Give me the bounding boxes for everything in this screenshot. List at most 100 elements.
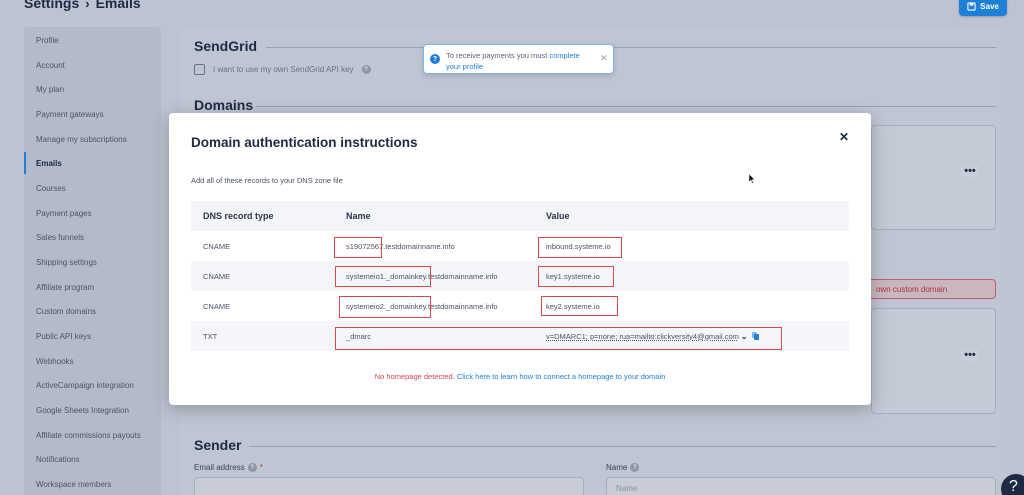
breadcrumb-root[interactable]: Settings xyxy=(24,0,79,11)
sidebar-item-affiliate-program[interactable]: Affiliate program xyxy=(24,276,161,298)
record-name[interactable]: systemeio2._domainkey.testdomainname.inf… xyxy=(346,291,498,321)
sidebar-item-label: Workspace members xyxy=(36,479,112,489)
sidebar-item-label: Shipping settings xyxy=(36,257,97,267)
no-homepage-warning: No homepage detected. xyxy=(374,372,455,381)
info-icon: ? xyxy=(430,54,440,64)
sendgrid-title: SendGrid xyxy=(194,38,258,54)
sidebar-item-manage-subscriptions[interactable]: Manage my subscriptions xyxy=(24,128,161,150)
modal-title: Domain authentication instructions xyxy=(191,135,418,150)
breadcrumb: Settings › Emails xyxy=(24,0,141,11)
sidebar-item-profile[interactable]: Profile xyxy=(24,29,161,51)
sidebar-item-label: Manage my subscriptions xyxy=(36,134,127,144)
record-name[interactable]: _dmarc xyxy=(346,321,371,351)
sidebar-item-label: Courses xyxy=(36,183,66,193)
save-button[interactable]: Save xyxy=(959,0,1007,16)
record-value-cell: v=DMARC1; p=none; rua=mailto:clickversit… xyxy=(546,321,760,351)
sidebar-item-label: Public API keys xyxy=(36,331,92,341)
sidebar-item-payment-pages[interactable]: Payment pages xyxy=(24,202,161,224)
save-icon xyxy=(967,1,976,11)
section-divider xyxy=(249,446,996,447)
sidebar-item-label: Notifications xyxy=(36,454,80,464)
sidebar-item-label: Payment gateways xyxy=(36,109,104,119)
sidebar-item-sales-funnels[interactable]: Sales funnels xyxy=(24,226,161,248)
email-address-label: Email address ? * xyxy=(194,463,263,472)
sidebar-item-notifications[interactable]: Notifications xyxy=(24,448,161,470)
sidebar-item-payment-gateways[interactable]: Payment gateways xyxy=(24,103,161,125)
record-value[interactable]: key1.systeme.io xyxy=(546,261,600,291)
name-label: Name ? xyxy=(606,463,640,472)
sidebar-item-courses[interactable]: Courses xyxy=(24,177,161,199)
sidebar-item-label: Webhooks xyxy=(36,356,74,366)
modal-subtitle: Add all of these records to your DNS zon… xyxy=(191,176,343,185)
column-header-type: DNS record type xyxy=(203,211,274,221)
sidebar-item-label: Account xyxy=(36,60,65,70)
name-input[interactable]: Name xyxy=(606,477,996,495)
close-icon[interactable]: ✕ xyxy=(838,131,850,143)
record-name[interactable]: s19072567.testdomainname.info xyxy=(346,231,455,261)
help-icon[interactable]: ? xyxy=(361,65,371,74)
more-options-icon[interactable]: ••• xyxy=(961,165,979,177)
domain-card xyxy=(871,308,996,414)
sender-title: Sender xyxy=(194,437,242,453)
record-value[interactable]: v=DMARC1; p=none; rua=mailto:clickversit… xyxy=(546,332,739,341)
chevron-right-icon: › xyxy=(85,0,90,11)
sidebar-item-emails[interactable]: Emails xyxy=(24,152,161,174)
domain-auth-modal: Domain authentication instructions ✕ Add… xyxy=(169,113,871,405)
sidebar-item-public-api-keys[interactable]: Public API keys xyxy=(24,325,161,347)
email-address-label-text: Email address xyxy=(194,463,245,472)
record-type: CNAME xyxy=(203,241,231,251)
sidebar-item-workspace-members[interactable]: Workspace members xyxy=(24,473,161,495)
close-icon[interactable]: ✕ xyxy=(600,53,608,64)
sidebar-item-label: Custom domains xyxy=(36,306,97,316)
sidebar-item-custom-domains[interactable]: Custom domains xyxy=(24,300,161,322)
table-row: CNAME systemeio2._domainkey.testdomainna… xyxy=(191,291,849,321)
record-type: CNAME xyxy=(203,271,231,281)
record-name[interactable]: systemeio1._domainkey.testdomainname.inf… xyxy=(346,261,498,291)
sidebar-item-label: Sales funnels xyxy=(36,232,85,242)
settings-sidebar: Profile Account My plan Payment gateways… xyxy=(24,27,161,495)
sidebar-item-label: Affiliate program xyxy=(36,282,95,292)
help-icon[interactable]: ? xyxy=(247,463,257,472)
profile-toast: ? To receive payments you must complete … xyxy=(423,44,614,74)
chevron-down-icon[interactable]: ⌄ xyxy=(741,332,748,341)
record-type: CNAME xyxy=(203,301,231,311)
record-value[interactable]: inbound.systeme.io xyxy=(546,231,611,261)
record-type: TXT xyxy=(203,331,218,341)
record-value[interactable]: key2.systeme.io xyxy=(546,291,600,321)
sidebar-item-my-plan[interactable]: My plan xyxy=(24,78,161,100)
sidebar-item-label: Google Sheets Integration xyxy=(36,405,129,415)
section-divider xyxy=(256,106,996,107)
sendgrid-checkbox-row: I want to use my own SendGrid API key ? xyxy=(194,64,371,75)
breadcrumb-current: Emails xyxy=(95,0,141,11)
name-label-text: Name xyxy=(606,463,628,472)
modal-footer: No homepage detected. Click here to lear… xyxy=(169,372,871,381)
sidebar-item-label: ActiveCampaign integration xyxy=(36,380,134,390)
sidebar-item-google-sheets[interactable]: Google Sheets Integration xyxy=(24,399,161,421)
sidebar-item-webhooks[interactable]: Webhooks xyxy=(24,350,161,372)
domains-title: Domains xyxy=(194,97,254,113)
table-header: DNS record type Name Value xyxy=(191,201,849,231)
email-address-input[interactable] xyxy=(194,477,584,495)
sidebar-item-label: Profile xyxy=(36,35,59,45)
copy-icon[interactable] xyxy=(751,331,760,341)
sidebar-item-account[interactable]: Account xyxy=(24,54,161,76)
sidebar-item-activecampaign[interactable]: ActiveCampaign integration xyxy=(24,374,161,396)
toast-text: To receive payments you must xyxy=(446,51,548,60)
sendgrid-checkbox-label: I want to use my own SendGrid API key xyxy=(213,65,354,74)
connect-homepage-link[interactable]: Click here to learn how to connect a hom… xyxy=(457,372,665,381)
page-header: Settings › Emails Save xyxy=(0,0,1024,22)
sidebar-item-label: Emails xyxy=(36,158,62,168)
sidebar-item-shipping-settings[interactable]: Shipping settings xyxy=(24,251,161,273)
sidebar-item-label: Payment pages xyxy=(36,208,92,218)
domain-error-text: own custom domain xyxy=(876,284,948,294)
domain-error-banner: own custom domain xyxy=(855,279,996,299)
table-row: CNAME s19072567.testdomainname.info inbo… xyxy=(191,231,849,261)
table-row: CNAME systemeio1._domainkey.testdomainna… xyxy=(191,261,849,291)
table-row: TXT _dmarc v=DMARC1; p=none; rua=mailto:… xyxy=(191,321,849,351)
sidebar-item-affiliate-payouts[interactable]: Affiliate commissions payouts xyxy=(24,424,161,446)
sendgrid-api-checkbox[interactable] xyxy=(194,64,205,75)
more-options-icon[interactable]: ••• xyxy=(961,349,979,361)
save-button-label: Save xyxy=(980,1,999,11)
help-icon[interactable]: ? xyxy=(630,463,640,472)
name-input-placeholder: Name xyxy=(616,483,638,493)
